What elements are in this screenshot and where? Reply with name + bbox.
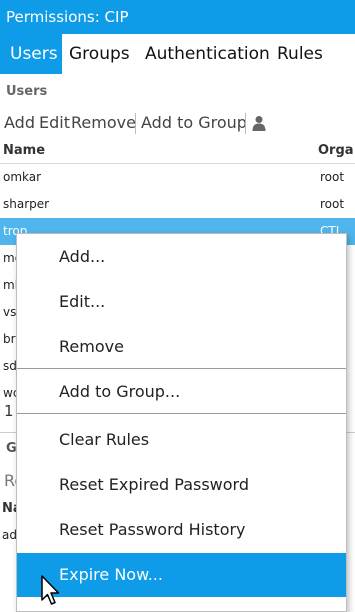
table-row[interactable]: sharper root xyxy=(0,191,355,218)
add-to-group-button[interactable]: Add to Group xyxy=(141,110,247,136)
toolbar-divider xyxy=(135,113,136,134)
menu-item-add[interactable]: Add... xyxy=(17,235,346,279)
cell-name: sharper xyxy=(3,197,50,211)
window-title: Permissions: CIP xyxy=(0,0,355,34)
tab-users[interactable]: Users xyxy=(0,34,62,74)
menu-item-remove[interactable]: Remove xyxy=(17,325,346,369)
menu-item-add-to-group[interactable]: Add to Group... xyxy=(17,370,346,414)
add-user-button[interactable]: Add xyxy=(4,110,35,136)
tab-rules[interactable]: Rules xyxy=(277,34,323,74)
menu-item-expire-now[interactable]: Expire Now... xyxy=(17,553,346,597)
menu-separator xyxy=(17,413,346,414)
cell-org: root xyxy=(320,170,345,184)
menu-item-reset-password-history[interactable]: Reset Password History xyxy=(17,508,346,552)
context-menu: Add... Edit... Remove Add to Group... Cl… xyxy=(16,233,347,612)
table-row[interactable]: omkar root xyxy=(0,164,355,191)
tab-groups[interactable]: Groups xyxy=(69,34,130,74)
menu-separator xyxy=(17,368,346,369)
edit-user-button[interactable]: Edit xyxy=(39,110,70,136)
menu-item-edit[interactable]: Edit... xyxy=(17,280,346,324)
mouse-pointer-icon xyxy=(41,575,60,605)
users-section-header: Users xyxy=(6,84,48,99)
menu-item-reset-expired-password[interactable]: Reset Expired Password xyxy=(17,463,346,507)
cell-name: omkar xyxy=(3,170,42,184)
menu-item-clear-rules[interactable]: Clear Rules xyxy=(17,418,346,462)
users-table-header: Name Orga xyxy=(0,142,355,164)
toolbar-divider xyxy=(245,113,246,134)
column-header-organization[interactable]: Orga xyxy=(318,142,354,160)
column-header-name[interactable]: Name xyxy=(3,142,45,160)
tab-bar: Users Groups Authentication Rules xyxy=(0,34,355,74)
page-number[interactable]: 1 xyxy=(4,402,14,420)
remove-user-button[interactable]: Remove xyxy=(71,110,136,136)
person-icon[interactable] xyxy=(252,115,266,131)
tab-authentication[interactable]: Authentication xyxy=(145,34,270,74)
cell-org: root xyxy=(320,197,345,211)
